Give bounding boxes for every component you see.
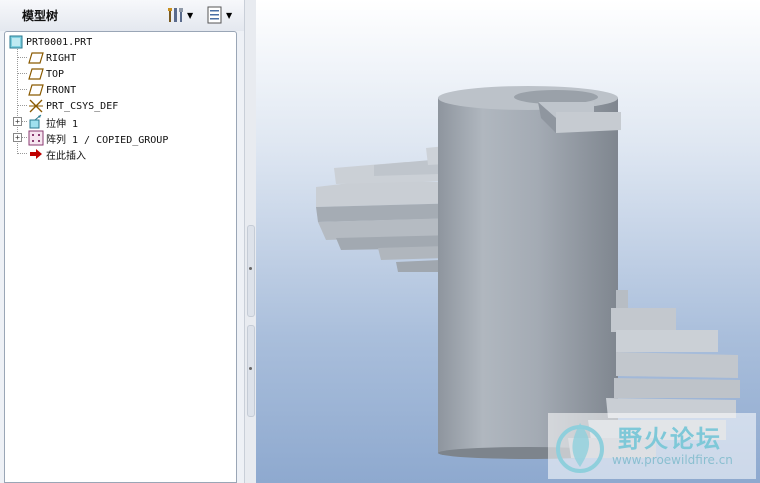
model-tree-panel: 模型树 ▼ ▼ + + PRT0001.PRT RIGHT TOP FRONT … xyxy=(0,0,244,483)
panel-splitter[interactable] xyxy=(244,0,256,483)
extrude-feature-icon xyxy=(28,114,44,130)
chevron-down-icon: ▼ xyxy=(187,10,194,20)
tree-root-item[interactable]: PRT0001.PRT xyxy=(8,34,92,50)
tree-item-label: 拉伸 1 xyxy=(46,118,79,130)
splitter-grip[interactable] xyxy=(247,225,255,317)
insert-here-arrow-icon xyxy=(28,146,44,162)
tree-item-csys[interactable]: PRT_CSYS_DEF xyxy=(28,98,118,114)
tree-item-label: TOP xyxy=(46,68,65,80)
column-top-hole xyxy=(514,90,598,104)
tree-item-front[interactable]: FRONT xyxy=(28,82,76,98)
tree-item-pattern[interactable]: 阵列 1 / COPIED_GROUP xyxy=(28,130,168,146)
forum-watermark: 野火论坛 www.proewildfire.cn xyxy=(548,413,756,479)
panel-header: 模型树 ▼ ▼ xyxy=(0,0,244,31)
graphics-viewport[interactable] xyxy=(256,0,760,483)
datum-plane-icon xyxy=(28,82,44,98)
grip-dot xyxy=(249,367,252,370)
watermark-url: www.proewildfire.cn xyxy=(612,453,733,467)
watermark-text: 野火论坛 xyxy=(618,425,722,453)
settings-tools-icon xyxy=(168,8,183,22)
tree-root-label: PRT0001.PRT xyxy=(26,36,93,48)
tree-item-label: 在此插入 xyxy=(46,150,86,162)
datum-plane-icon xyxy=(28,66,44,82)
tree-item-label: 阵列 1 / COPIED_GROUP xyxy=(46,134,169,146)
tree-item-extrude[interactable]: 拉伸 1 xyxy=(28,114,78,130)
central-column xyxy=(438,98,618,453)
spiral-staircase-model[interactable] xyxy=(256,0,760,483)
expand-toggle[interactable]: + xyxy=(13,117,22,126)
tree-connector xyxy=(17,89,27,90)
datum-plane-icon xyxy=(28,50,44,66)
coordinate-system-icon xyxy=(28,98,44,114)
tree-item-label: PRT_CSYS_DEF xyxy=(46,100,119,112)
splitter-grip[interactable] xyxy=(247,325,255,417)
pattern-feature-icon xyxy=(28,130,44,146)
settings-menu-button[interactable]: ▼ xyxy=(167,5,193,25)
model-tree: + + PRT0001.PRT RIGHT TOP FRONT PRT_CSYS… xyxy=(4,31,237,483)
expand-toggle[interactable]: + xyxy=(13,133,22,142)
panel-title: 模型树 xyxy=(22,9,59,23)
tree-item-top[interactable]: TOP xyxy=(28,66,64,82)
show-menu-button[interactable]: ▼ xyxy=(206,5,232,25)
tree-item-label: FRONT xyxy=(46,84,77,96)
tree-columns-icon xyxy=(207,6,222,24)
tree-connector xyxy=(17,105,27,106)
chevron-down-icon: ▼ xyxy=(226,10,233,20)
tree-connector xyxy=(17,153,27,154)
tree-item-right[interactable]: RIGHT xyxy=(28,50,76,66)
part-icon xyxy=(8,34,24,50)
tree-item-label: RIGHT xyxy=(46,52,77,64)
tree-item-insert-here[interactable]: 在此插入 xyxy=(28,146,86,162)
tree-connector xyxy=(17,73,27,74)
flame-logo-icon xyxy=(556,423,604,473)
tree-connector xyxy=(17,57,27,58)
grip-dot xyxy=(249,267,252,270)
